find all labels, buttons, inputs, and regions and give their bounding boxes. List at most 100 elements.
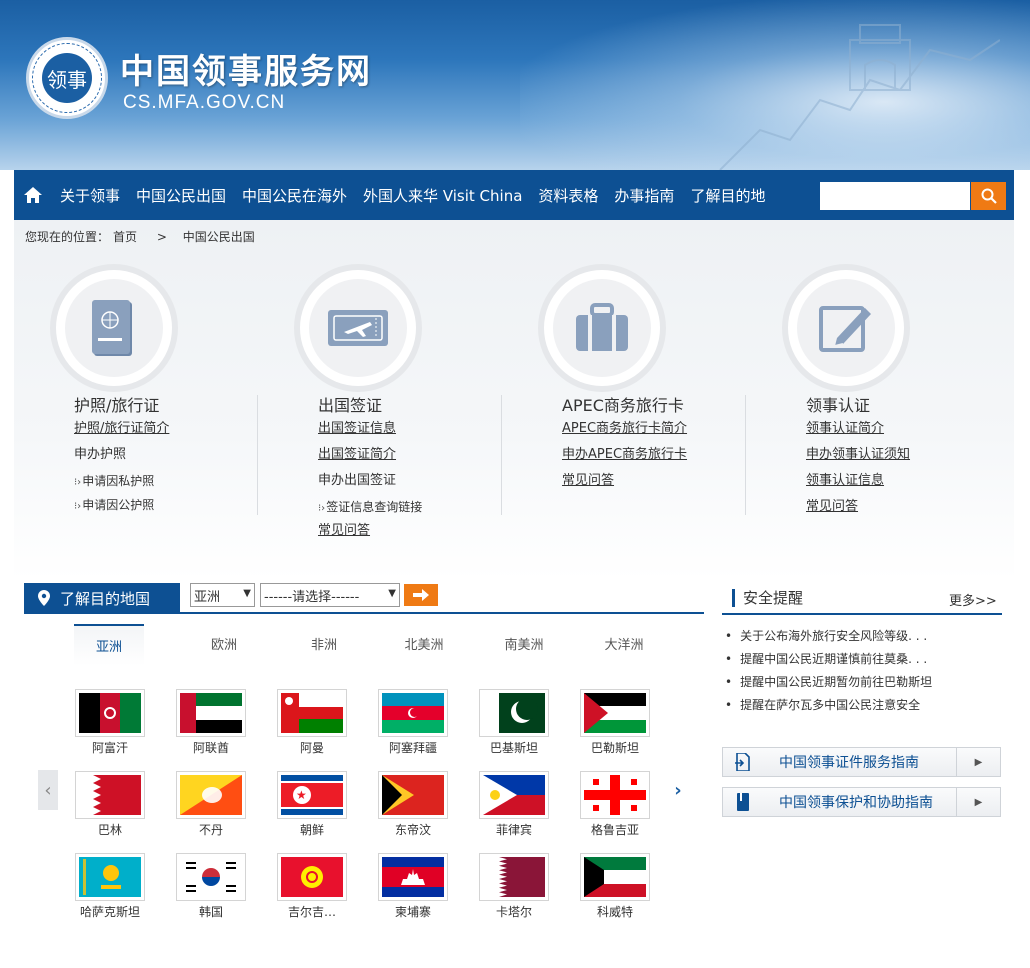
- link-visa-faq[interactable]: 常见问答: [318, 522, 422, 548]
- suitcase-icon: [576, 303, 628, 351]
- service-visa-circle[interactable]: [300, 270, 416, 386]
- link-apec-apply[interactable]: 申办APEC商务旅行卡: [562, 446, 687, 472]
- breadcrumb-prefix: 您现在的位置：: [25, 230, 110, 244]
- consular-logo[interactable]: 领事: [26, 37, 108, 119]
- country-name[interactable]: 阿塞拜疆: [373, 739, 453, 756]
- tab-europe[interactable]: 欧洲: [174, 624, 274, 666]
- flag-oman[interactable]: [277, 689, 347, 737]
- country-name[interactable]: 格鲁吉亚: [575, 821, 655, 838]
- country-name[interactable]: 科威特: [575, 903, 655, 920]
- flag-afghanistan-image: [79, 693, 141, 733]
- safety-item[interactable]: 关于公布海外旅行安全风险等级. . .: [725, 627, 932, 650]
- service-passport-title[interactable]: 护照/旅行证: [74, 392, 159, 416]
- link-passport-intro[interactable]: 护照/旅行证简介: [74, 420, 169, 446]
- link-official-passport[interactable]: 申请因公护照: [74, 496, 169, 520]
- search-button[interactable]: [971, 182, 1006, 210]
- flag-palestine[interactable]: [580, 689, 650, 737]
- flag-bhutan[interactable]: [176, 771, 246, 819]
- flag-cambodia[interactable]: [378, 853, 448, 901]
- country-name[interactable]: 卡塔尔: [474, 903, 554, 920]
- site-title[interactable]: 中国领事服务网: [120, 44, 372, 93]
- link-apec-faq[interactable]: 常见问答: [562, 472, 687, 498]
- link-visa-info[interactable]: 出国签证信息: [318, 420, 422, 446]
- safety-item[interactable]: 提醒中国公民近期谨慎前往莫桑. . .: [725, 650, 932, 673]
- service-apec-circle[interactable]: [544, 270, 660, 386]
- destination-title: 了解目的地国: [60, 589, 151, 608]
- carousel-next-button[interactable]: ›: [668, 770, 688, 810]
- go-button[interactable]: [404, 584, 438, 606]
- flag-north-korea[interactable]: ★: [277, 771, 347, 819]
- breadcrumb-current[interactable]: 中国公民出国: [183, 230, 255, 244]
- flag-philippines[interactable]: [479, 771, 549, 819]
- country-name[interactable]: 不丹: [171, 821, 251, 838]
- flag-uae[interactable]: [176, 689, 246, 737]
- service-apec-title[interactable]: APEC商务旅行卡: [562, 392, 684, 416]
- country-name[interactable]: 阿曼: [272, 739, 352, 756]
- label-apply-passport: 申办护照: [74, 447, 127, 462]
- tab-north-america[interactable]: 北美洲: [374, 624, 474, 666]
- flag-kuwait[interactable]: [580, 853, 650, 901]
- nav-item-visit-china[interactable]: 外国人来华 Visit China: [355, 185, 530, 206]
- nav-item-guide[interactable]: 办事指南: [606, 185, 682, 206]
- nav-item-destinations[interactable]: 了解目的地: [682, 185, 773, 206]
- country-name[interactable]: 东帝汶: [373, 821, 453, 838]
- safety-item[interactable]: 提醒中国公民近期暂勿前往巴勒斯坦: [725, 673, 932, 696]
- country-name[interactable]: 菲律宾: [474, 821, 554, 838]
- country-name[interactable]: 韩国: [171, 903, 251, 920]
- safety-item[interactable]: 提醒在萨尔瓦多中国公民注意安全: [725, 696, 932, 719]
- link-visa-intro[interactable]: 出国签证简介: [318, 446, 422, 472]
- flag-azerbaijan[interactable]: [378, 689, 448, 737]
- link-private-passport[interactable]: 申请因私护照: [74, 472, 169, 496]
- link-auth-faq[interactable]: 常见问答: [806, 498, 910, 524]
- flag-georgia[interactable]: [580, 771, 650, 819]
- nav-item-forms[interactable]: 资料表格: [530, 185, 606, 206]
- country-name[interactable]: 朝鲜: [272, 821, 352, 838]
- tab-south-america[interactable]: 南美洲: [474, 624, 574, 666]
- flag-kyrgyzstan[interactable]: [277, 853, 347, 901]
- country-name[interactable]: 柬埔寨: [373, 903, 453, 920]
- arrow-right-icon: [413, 589, 429, 601]
- breadcrumb: 您现在的位置： 首页 > 中国公民出国: [25, 228, 259, 245]
- country-name[interactable]: 吉尔吉…: [272, 903, 352, 920]
- link-visa-query[interactable]: 签证信息查询链接: [318, 498, 422, 522]
- guide-button-documents[interactable]: 中国领事证件服务指南 ▶: [722, 747, 1001, 777]
- country-select[interactable]: ------请选择------ ▼: [260, 583, 400, 607]
- flag-uae-image: [180, 693, 242, 733]
- country-name[interactable]: 巴基斯坦: [474, 739, 554, 756]
- safety-more-link[interactable]: 更多>>: [949, 590, 997, 609]
- link-auth-info[interactable]: 领事认证信息: [806, 472, 910, 498]
- home-icon[interactable]: [14, 170, 52, 220]
- service-authentication-circle[interactable]: [788, 270, 904, 386]
- country-name[interactable]: 巴林: [70, 821, 150, 838]
- service-authentication-title[interactable]: 领事认证: [806, 392, 870, 416]
- flag-bahrain[interactable]: [75, 771, 145, 819]
- document-icon: [723, 753, 763, 771]
- flag-kazakhstan[interactable]: [75, 853, 145, 901]
- flag-east-timor[interactable]: [378, 771, 448, 819]
- link-apec-intro[interactable]: APEC商务旅行卡简介: [562, 420, 687, 446]
- service-passport-circle[interactable]: [56, 270, 172, 386]
- flag-qatar[interactable]: [479, 853, 549, 901]
- flag-pakistan[interactable]: [479, 689, 549, 737]
- nav-item-citizens-overseas[interactable]: 中国公民在海外: [234, 185, 355, 206]
- flag-south-korea[interactable]: [176, 853, 246, 901]
- nav-item-about-consular[interactable]: 关于领事: [52, 185, 128, 206]
- search-input[interactable]: [820, 182, 970, 210]
- nav-item-citizens-abroad-travel[interactable]: 中国公民出国: [128, 185, 234, 206]
- service-visa-title[interactable]: 出国签证: [318, 392, 382, 416]
- certificate-icon: [819, 306, 871, 352]
- guide-button-protection[interactable]: 中国领事保护和协助指南 ▶: [722, 787, 1001, 817]
- link-auth-notice[interactable]: 申办领事认证须知: [806, 446, 910, 472]
- country-name[interactable]: 阿联酋: [171, 739, 251, 756]
- carousel-prev-button[interactable]: ‹: [38, 770, 58, 810]
- country-name[interactable]: 阿富汗: [70, 739, 150, 756]
- link-auth-intro[interactable]: 领事认证简介: [806, 420, 910, 446]
- tab-oceania[interactable]: 大洋洲: [574, 624, 674, 666]
- breadcrumb-home[interactable]: 首页: [113, 230, 137, 244]
- country-name[interactable]: 巴勒斯坦: [575, 739, 655, 756]
- region-select[interactable]: 亚洲 ▼: [190, 583, 255, 607]
- tab-asia[interactable]: 亚洲: [74, 624, 144, 666]
- country-name[interactable]: 哈萨克斯坦: [70, 903, 150, 920]
- flag-afghanistan[interactable]: [75, 689, 145, 737]
- tab-africa[interactable]: 非洲: [274, 624, 374, 666]
